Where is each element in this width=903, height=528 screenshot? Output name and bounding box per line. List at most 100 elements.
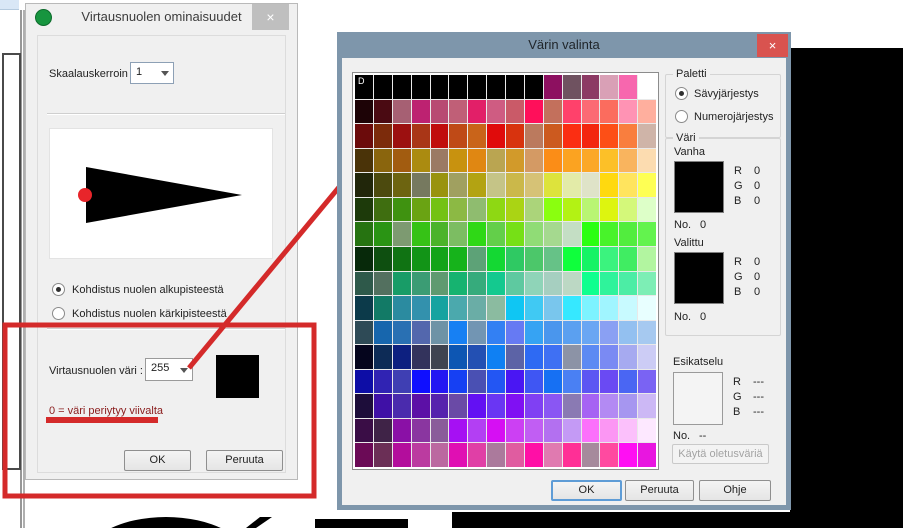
palette-cell[interactable]: [638, 296, 656, 320]
palette-cell[interactable]: [468, 272, 486, 296]
palette-cell[interactable]: [355, 419, 373, 443]
palette-cell[interactable]: [412, 100, 430, 124]
palette-cell[interactable]: [355, 296, 373, 320]
palette-cell[interactable]: [506, 100, 524, 124]
palette-cell[interactable]: [412, 443, 430, 467]
palette-cell[interactable]: [487, 419, 505, 443]
palette-cell[interactable]: [449, 272, 467, 296]
palette-cell[interactable]: [525, 443, 543, 467]
palette-cell[interactable]: [638, 222, 656, 246]
palette-cell[interactable]: [393, 321, 411, 345]
palette-cell[interactable]: [619, 222, 637, 246]
palette-cell[interactable]: [487, 370, 505, 394]
palette-cell[interactable]: [487, 272, 505, 296]
palette-cell[interactable]: [544, 394, 562, 418]
palette-cell[interactable]: [431, 100, 449, 124]
palette-cell[interactable]: [544, 149, 562, 173]
palette-cell[interactable]: [600, 124, 618, 148]
palette-cell[interactable]: [525, 370, 543, 394]
radio-align-tip[interactable]: [52, 307, 65, 320]
palette-cell[interactable]: [506, 75, 524, 99]
palette-cell[interactable]: [393, 100, 411, 124]
palette-cell[interactable]: [449, 419, 467, 443]
palette-cell[interactable]: [487, 100, 505, 124]
palette-cell[interactable]: [374, 124, 392, 148]
palette-cell[interactable]: [525, 75, 543, 99]
palette-cell[interactable]: [468, 198, 486, 222]
palette-cell[interactable]: [638, 321, 656, 345]
palette-cell[interactable]: [600, 443, 618, 467]
palette-cell[interactable]: [525, 419, 543, 443]
palette-cell[interactable]: [619, 443, 637, 467]
palette-cell[interactable]: [544, 173, 562, 197]
palette-cell[interactable]: [374, 394, 392, 418]
palette-cell[interactable]: [355, 370, 373, 394]
palette-cell[interactable]: [619, 419, 637, 443]
palette-cell[interactable]: [412, 75, 430, 99]
palette-cell[interactable]: [468, 394, 486, 418]
palette-cell[interactable]: [468, 100, 486, 124]
palette-cell[interactable]: [563, 419, 581, 443]
palette-cell[interactable]: [563, 321, 581, 345]
palette-cell[interactable]: [506, 370, 524, 394]
palette-cell[interactable]: [506, 173, 524, 197]
palette-cell[interactable]: [393, 394, 411, 418]
palette-cell[interactable]: [431, 198, 449, 222]
palette-cell[interactable]: [487, 75, 505, 99]
palette-cell[interactable]: [374, 75, 392, 99]
palette-cell[interactable]: [638, 247, 656, 271]
palette-cell[interactable]: [544, 345, 562, 369]
palette-cell[interactable]: [487, 222, 505, 246]
palette-cell[interactable]: [600, 321, 618, 345]
palette-cell[interactable]: [619, 345, 637, 369]
ok-button[interactable]: OK: [551, 480, 622, 501]
palette-cell[interactable]: [619, 100, 637, 124]
palette-cell[interactable]: [374, 149, 392, 173]
palette-cell[interactable]: [355, 272, 373, 296]
cancel-button[interactable]: Peruuta: [206, 450, 283, 471]
palette-cell[interactable]: [374, 247, 392, 271]
palette-cell[interactable]: [355, 124, 373, 148]
palette-cell[interactable]: [449, 149, 467, 173]
palette-cell[interactable]: [355, 173, 373, 197]
palette-cell[interactable]: [374, 296, 392, 320]
palette-cell[interactable]: [487, 173, 505, 197]
palette-cell[interactable]: [506, 222, 524, 246]
palette-cell[interactable]: [487, 443, 505, 467]
palette-cell[interactable]: [374, 222, 392, 246]
palette-cell[interactable]: [563, 394, 581, 418]
palette-cell[interactable]: [506, 296, 524, 320]
palette-cell[interactable]: [393, 296, 411, 320]
palette-cell[interactable]: [600, 296, 618, 320]
palette-cell[interactable]: [563, 443, 581, 467]
palette-cell[interactable]: [582, 419, 600, 443]
palette-cell[interactable]: [468, 124, 486, 148]
palette-cell[interactable]: [525, 149, 543, 173]
help-button[interactable]: Ohje: [699, 480, 771, 501]
palette-cell[interactable]: [600, 272, 618, 296]
palette-cell[interactable]: [544, 443, 562, 467]
palette-cell[interactable]: [563, 149, 581, 173]
palette-cell[interactable]: [525, 222, 543, 246]
palette-cell[interactable]: [544, 272, 562, 296]
palette-cell[interactable]: [544, 100, 562, 124]
palette-cell[interactable]: [525, 198, 543, 222]
palette-cell[interactable]: [582, 100, 600, 124]
palette-cell[interactable]: [600, 222, 618, 246]
palette-cell[interactable]: [600, 173, 618, 197]
palette-cell[interactable]: [355, 394, 373, 418]
palette-cell[interactable]: [506, 419, 524, 443]
palette-cell[interactable]: [355, 321, 373, 345]
palette-cell[interactable]: [393, 419, 411, 443]
close-icon[interactable]: ×: [252, 4, 289, 30]
palette-cell[interactable]: [600, 345, 618, 369]
palette-cell[interactable]: [600, 100, 618, 124]
palette-cell[interactable]: [563, 173, 581, 197]
palette-cell[interactable]: [525, 272, 543, 296]
palette-cell[interactable]: [393, 370, 411, 394]
cancel-button[interactable]: Peruuta: [625, 480, 694, 501]
palette-cell[interactable]: [563, 272, 581, 296]
palette-cell[interactable]: D: [355, 75, 373, 99]
palette-cell[interactable]: [544, 124, 562, 148]
palette-cell[interactable]: [393, 75, 411, 99]
